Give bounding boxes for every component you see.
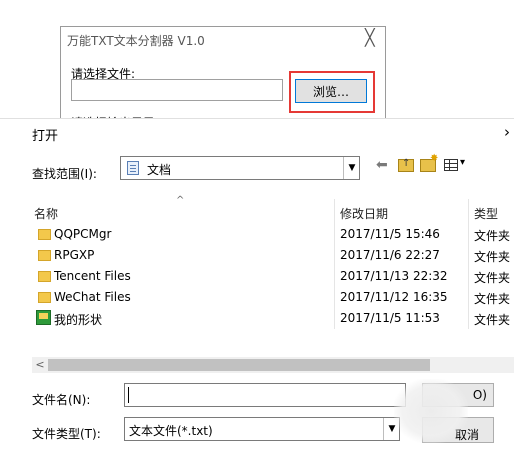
file-date: 2017/11/5 15:46 (340, 227, 440, 241)
column-header-date[interactable]: 修改日期 (340, 205, 388, 222)
list-item[interactable]: Tencent Files 2017/11/13 22:32 文件夹 (34, 267, 514, 287)
lookin-value: 文档 (147, 163, 172, 177)
column-header-name[interactable]: 名称 (34, 205, 58, 222)
file-type: 文件夹 (474, 250, 511, 264)
file-date: 2017/11/12 16:35 (340, 290, 448, 304)
file-type: 文件夹 (474, 313, 511, 327)
dialog-title: 打开 (32, 129, 59, 144)
list-item[interactable]: WeChat Files 2017/11/12 16:35 文件夹 (34, 288, 514, 308)
file-name: Tencent Files (54, 269, 131, 283)
filetype-dropdown[interactable]: 文本文件(*.txt) ▼ (124, 417, 400, 441)
file-name: 我的形状 (54, 313, 103, 327)
view-menu-arrow-icon[interactable]: ▾ (460, 157, 465, 168)
up-folder-icon[interactable]: ↑ (398, 158, 414, 172)
app-title: 万能TXT文本分割器 V1.0 (67, 34, 205, 48)
file-date: 2017/11/6 22:27 (340, 248, 440, 262)
dialog-close-icon[interactable]: › (504, 123, 510, 141)
file-type: 文件夹 (474, 229, 511, 243)
file-date: 2017/11/13 22:32 (340, 269, 448, 283)
filetype-value: 文本文件(*.txt) (129, 424, 213, 438)
scroll-left-icon[interactable]: < (32, 357, 48, 373)
file-name: RPGXP (54, 248, 95, 262)
open-button-label: O) (472, 388, 487, 402)
highlight-annotation (289, 71, 375, 113)
filename-input[interactable] (124, 383, 406, 407)
file-path-input[interactable] (71, 79, 283, 101)
file-date: 2017/11/5 11:53 (340, 311, 440, 325)
file-type: 文件夹 (474, 292, 511, 306)
filetype-label: 文件类型(T): (32, 427, 101, 441)
folder-icon (38, 271, 51, 282)
list-item[interactable]: 我的形状 2017/11/5 11:53 文件夹 (34, 309, 514, 329)
folder-icon (38, 250, 51, 261)
up-arrow-icon: ↑ (402, 158, 411, 169)
folder-icon (38, 229, 51, 240)
back-icon[interactable]: ⬅ (376, 157, 388, 173)
file-name: QQPCMgr (54, 227, 112, 241)
lookin-dropdown[interactable]: 文档 ▼ (120, 156, 360, 180)
text-caret (128, 387, 129, 403)
list-item[interactable]: RPGXP 2017/11/6 22:27 文件夹 (34, 246, 514, 266)
file-type: 文件夹 (474, 271, 511, 285)
list-item[interactable]: QQPCMgr 2017/11/5 15:46 文件夹 (34, 225, 514, 245)
shape-file-icon (36, 310, 51, 325)
horizontal-scrollbar[interactable]: < (32, 357, 514, 373)
new-folder-icon[interactable]: ✸ (420, 153, 438, 172)
open-file-dialog: 打开 › 查找范围(I): 文档 ▼ ⬅ ↑ ✸ ▾ ^ 名称 修改日期 类型 … (0, 118, 514, 457)
filename-label: 文件名(N): (32, 393, 91, 407)
chevron-down-icon[interactable]: ▼ (343, 157, 360, 179)
document-icon (127, 161, 139, 175)
folder-icon (38, 292, 51, 303)
column-header-type[interactable]: 类型 (474, 205, 498, 222)
sort-chevron-icon: ^ (176, 195, 185, 206)
close-icon[interactable]: ╳ (365, 29, 375, 47)
sparkle-icon: ✸ (430, 153, 439, 164)
file-name: WeChat Files (54, 290, 131, 304)
watermark-blur (394, 379, 468, 443)
scrollbar-thumb[interactable] (48, 359, 430, 371)
lookin-label: 查找范围(I): (32, 167, 97, 181)
view-menu-icon[interactable] (444, 159, 458, 171)
